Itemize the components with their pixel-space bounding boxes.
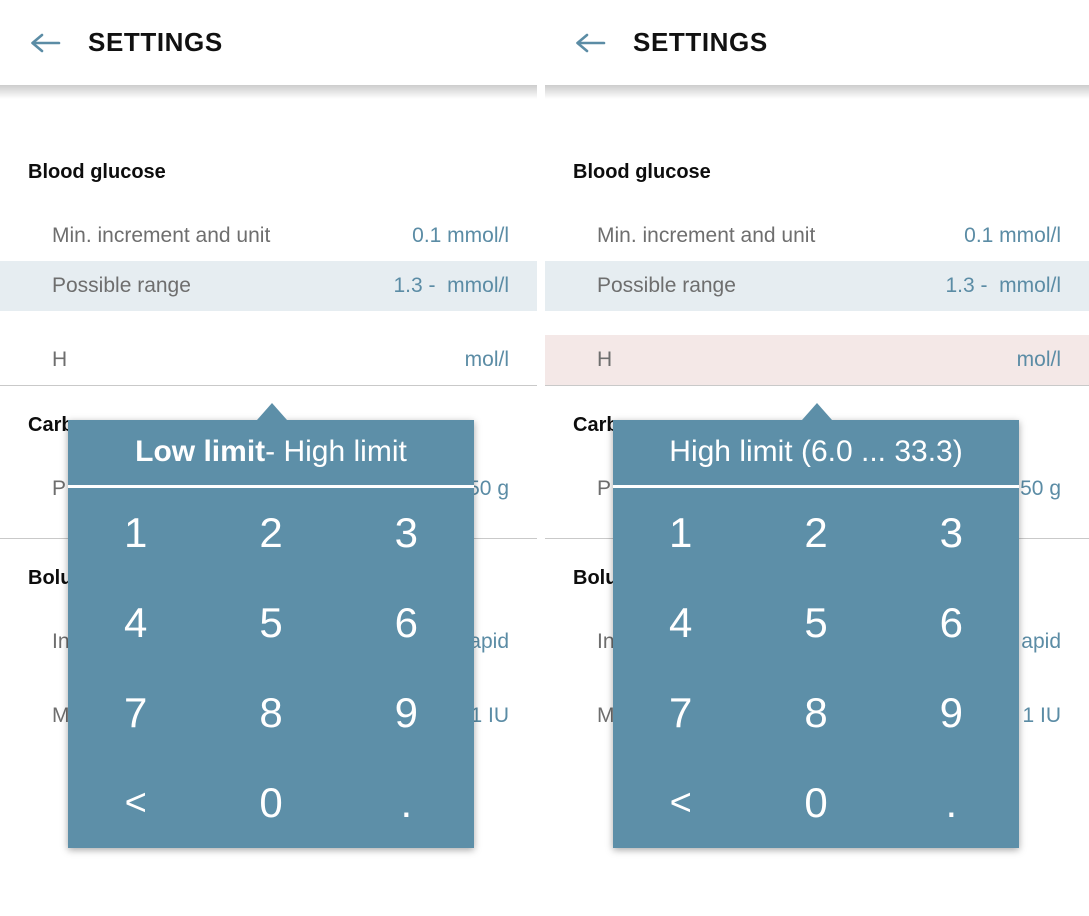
settings-screen-right: SETTINGS Blood glucose Min. increment an… — [545, 0, 1089, 916]
numeric-keypad-popup-right: High limit (6.0 ... 33.3) 1 2 3 4 5 6 7 … — [613, 403, 1019, 848]
keypad-key-9[interactable]: 9 — [339, 668, 474, 758]
row-possible-range[interactable]: Possible range 1.3 - mmol/l — [545, 261, 1089, 311]
row-value: apid — [1021, 630, 1061, 653]
row-value: mol/l — [1016, 348, 1061, 371]
row-value: 1.3 - mmol/l — [393, 274, 509, 297]
row-label: In — [52, 630, 70, 653]
row-value: 0.1 mmol/l — [412, 224, 509, 247]
row-label: Possible range — [597, 274, 736, 297]
row-min-increment-and-unit[interactable]: Min. increment and unit 0.1 mmol/l — [545, 211, 1089, 261]
keypad-key-1[interactable]: 1 — [613, 488, 748, 578]
keypad-grid: 1 2 3 4 5 6 7 8 9 < 0 . — [613, 488, 1019, 848]
row-value: 1 IU — [470, 704, 509, 727]
row-label: H — [52, 348, 68, 371]
row-min-increment-and-unit[interactable]: Min. increment and unit 0.1 mmol/l — [0, 211, 537, 261]
page-title: SETTINGS — [633, 27, 768, 57]
keypad-key-0[interactable]: 0 — [203, 758, 338, 848]
popup-title: High limit (6.0 ... 33.3) — [613, 420, 1019, 488]
keypad-key-6[interactable]: 6 — [339, 578, 474, 668]
app-bar-left: SETTINGS — [0, 0, 537, 99]
popup-title-rest: - High limit — [265, 434, 407, 468]
row-value: mol/l — [464, 348, 509, 371]
keypad-key-8[interactable]: 8 — [748, 668, 883, 758]
keypad-key-1[interactable]: 1 — [68, 488, 203, 578]
keypad-key-7[interactable]: 7 — [68, 668, 203, 758]
row-label: Min. increment and unit — [597, 224, 816, 247]
keypad-key-backspace[interactable]: < — [613, 758, 748, 848]
numeric-keypad-popup-left: Low limit - High limit 1 2 3 4 5 6 7 8 9… — [68, 403, 474, 848]
keypad-key-0[interactable]: 0 — [748, 758, 883, 848]
keypad-key-backspace[interactable]: < — [68, 758, 203, 848]
popup-title: Low limit - High limit — [68, 420, 474, 488]
row-label: P — [597, 477, 612, 500]
keypad-key-3[interactable]: 3 — [339, 488, 474, 578]
row-label: In — [597, 630, 615, 653]
row-gap — [545, 311, 1089, 335]
arrow-left-icon[interactable] — [28, 28, 64, 58]
keypad-key-2[interactable]: 2 — [203, 488, 338, 578]
row-value: 50 g — [1020, 477, 1061, 500]
row-possible-range[interactable]: Possible range 1.3 - mmol/l — [0, 261, 537, 311]
keypad-key-decimal-point[interactable]: . — [884, 758, 1019, 848]
row-hypo-limit[interactable]: H mol/l — [545, 335, 1089, 385]
keypad-key-8[interactable]: 8 — [203, 668, 338, 758]
row-value: 0.1 mmol/l — [964, 224, 1061, 247]
popup-pointer-arrow — [802, 403, 832, 420]
keypad-grid: 1 2 3 4 5 6 7 8 9 < 0 . — [68, 488, 474, 848]
row-value: 50 g — [468, 477, 509, 500]
keypad-key-4[interactable]: 4 — [613, 578, 748, 668]
popup-title-bold: Low limit — [135, 434, 266, 468]
dual-screenshot-container: SETTINGS Blood glucose Min. increment an… — [0, 0, 1089, 916]
row-label: Possible range — [52, 274, 191, 297]
popup-title-rest: High limit (6.0 ... 33.3) — [669, 434, 963, 468]
page-title: SETTINGS — [88, 27, 223, 57]
row-value: 1 IU — [1022, 704, 1061, 727]
row-hypo-limit[interactable]: H mol/l — [0, 335, 537, 385]
row-label: P — [52, 477, 67, 500]
arrow-left-icon[interactable] — [573, 28, 609, 58]
section-header-blood-glucose: Blood glucose — [573, 160, 711, 183]
row-value: apid — [469, 630, 509, 653]
section-header-blood-glucose: Blood glucose — [28, 160, 166, 183]
keypad-key-6[interactable]: 6 — [884, 578, 1019, 668]
keypad-key-5[interactable]: 5 — [748, 578, 883, 668]
keypad-key-3[interactable]: 3 — [884, 488, 1019, 578]
row-label: Min. increment and unit — [52, 224, 271, 247]
settings-screen-left: SETTINGS Blood glucose Min. increment an… — [0, 0, 537, 916]
keypad-key-4[interactable]: 4 — [68, 578, 203, 668]
keypad-key-5[interactable]: 5 — [203, 578, 338, 668]
keypad-key-decimal-point[interactable]: . — [339, 758, 474, 848]
row-gap — [0, 311, 537, 335]
keypad-key-7[interactable]: 7 — [613, 668, 748, 758]
popup-pointer-arrow — [257, 403, 287, 420]
row-value: 1.3 - mmol/l — [945, 274, 1061, 297]
keypad-key-9[interactable]: 9 — [884, 668, 1019, 758]
app-bar-right: SETTINGS — [545, 0, 1089, 99]
row-label: H — [597, 348, 613, 371]
keypad-key-2[interactable]: 2 — [748, 488, 883, 578]
